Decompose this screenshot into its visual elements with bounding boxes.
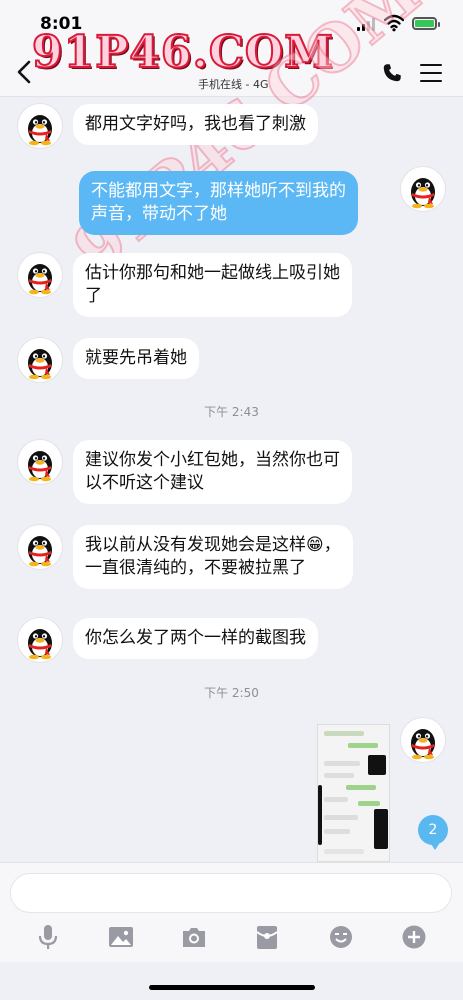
- message-bubble-incoming[interactable]: 估计你那句和她一起做线上吸引她 了: [73, 253, 352, 317]
- message-bubble-incoming[interactable]: 建议你发个小红包她，当然你也可 以不听这个建议: [73, 440, 352, 504]
- unread-count-badge[interactable]: 2: [418, 815, 448, 850]
- penguin-avatar-icon: [411, 729, 435, 760]
- message-line: 建议你发个小红包她，当然你也可: [85, 450, 340, 470]
- penguin-avatar-icon: [28, 115, 52, 146]
- message-line: 不能都用文字，那样她听不到我的: [91, 181, 346, 201]
- penguin-avatar-icon: [411, 178, 435, 209]
- message-bubble-outgoing[interactable]: 不能都用文字，那样她听不到我的 声音，带动不了她: [79, 171, 358, 235]
- message-input[interactable]: [10, 873, 452, 913]
- message-bubble-incoming[interactable]: 你怎么发了两个一样的截图我: [73, 618, 318, 659]
- home-indicator: [149, 985, 315, 990]
- watermark-logo: 91P46.COM: [31, 26, 334, 79]
- message-text: ，: [323, 535, 341, 555]
- contact-avatar[interactable]: [18, 338, 62, 382]
- contact-avatar[interactable]: [18, 104, 62, 148]
- penguin-avatar-icon: [28, 629, 52, 660]
- contact-avatar[interactable]: [18, 253, 62, 297]
- message-line: 了: [85, 286, 102, 306]
- message-line: 以不听这个建议: [85, 473, 204, 493]
- contact-avatar[interactable]: [18, 525, 62, 569]
- cellular-signal-icon: [357, 18, 377, 31]
- grin-emoji-icon: 😁: [306, 535, 324, 555]
- image-icon[interactable]: [107, 923, 135, 951]
- message-bubble-incoming[interactable]: 都用文字好吗，我也看了刺激: [73, 104, 318, 145]
- battery-icon: [412, 17, 440, 30]
- penguin-avatar-icon: [28, 451, 52, 482]
- my-avatar[interactable]: [401, 167, 445, 211]
- message-text: 我以前从没有发现她会是这样: [85, 535, 306, 555]
- sent-screenshot-image[interactable]: [317, 724, 390, 862]
- message-bubble-incoming[interactable]: 我以前从没有发现她会是这样😁， 一直很清纯的，不要被拉黑了: [73, 525, 353, 589]
- message-line: 我以前从没有发现她会是这样😁，: [85, 534, 341, 557]
- contact-avatar[interactable]: [18, 440, 62, 484]
- penguin-avatar-icon: [28, 264, 52, 295]
- plus-icon[interactable]: [400, 923, 428, 951]
- message-line: 声音，带动不了她: [91, 204, 227, 224]
- input-area: [0, 862, 463, 962]
- more-menu-button[interactable]: [420, 64, 442, 82]
- message-line: 一直很清纯的，不要被拉黑了: [85, 558, 306, 578]
- contact-avatar[interactable]: [18, 618, 62, 662]
- message-bubble-incoming[interactable]: 就要先吊着她: [73, 338, 199, 379]
- camera-icon[interactable]: [180, 923, 208, 951]
- emoji-icon[interactable]: [327, 923, 355, 951]
- mic-icon[interactable]: [34, 923, 62, 951]
- penguin-avatar-icon: [28, 349, 52, 380]
- timestamp: 下午 2:43: [204, 405, 259, 419]
- penguin-avatar-icon: [28, 536, 52, 567]
- wifi-icon: [384, 14, 404, 32]
- my-avatar[interactable]: [401, 718, 445, 762]
- chat-header: 8:01 91P46.COM 手机在线 - 4G: [0, 0, 463, 97]
- message-line: 估计你那句和她一起做线上吸引她: [85, 263, 340, 283]
- online-status: 手机在线 - 4G: [198, 78, 269, 91]
- red-packet-icon[interactable]: [253, 923, 281, 951]
- phone-call-button[interactable]: [381, 62, 403, 84]
- timestamp: 下午 2:50: [204, 686, 259, 700]
